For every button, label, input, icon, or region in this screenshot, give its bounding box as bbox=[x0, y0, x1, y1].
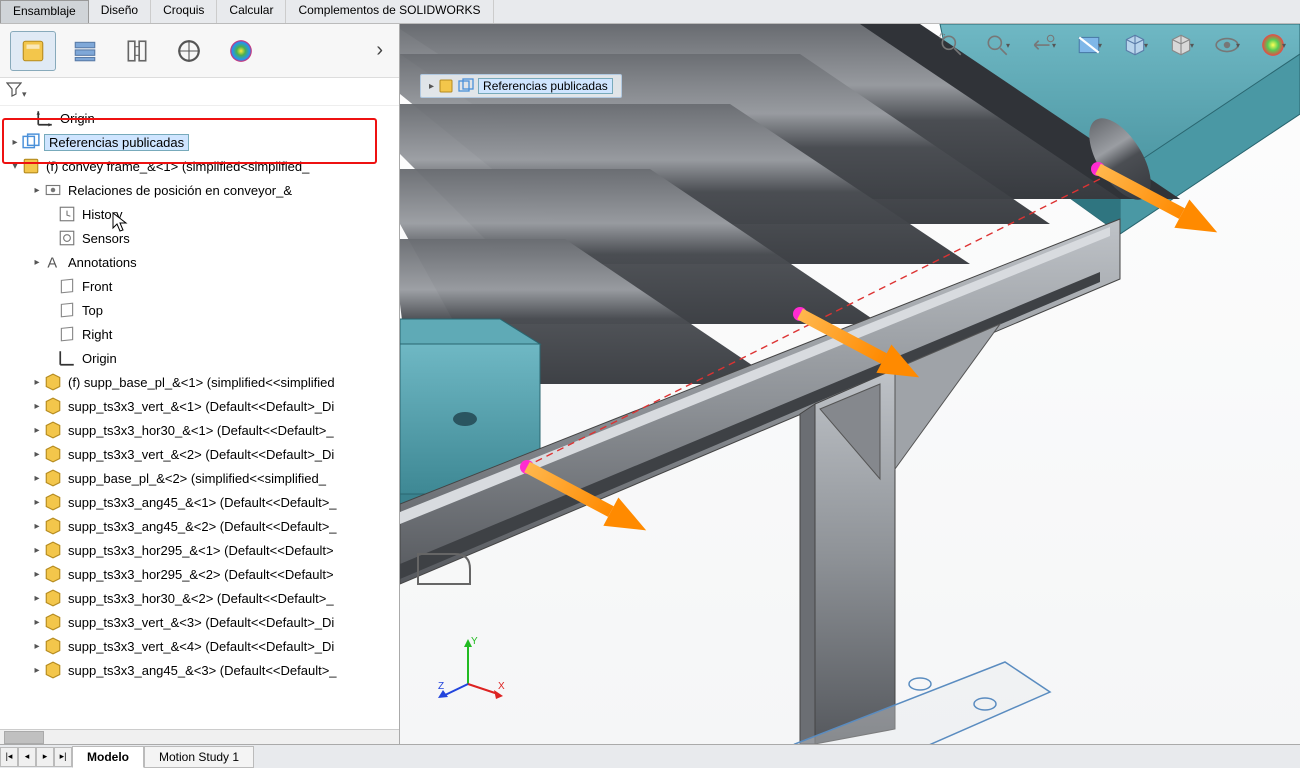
property-manager-tab-icon[interactable] bbox=[114, 31, 160, 71]
part-icon bbox=[44, 421, 62, 439]
part-icon bbox=[44, 397, 62, 415]
tree-origin[interactable]: Origin bbox=[0, 346, 399, 370]
tree-top-plane[interactable]: Top bbox=[0, 298, 399, 322]
origin-icon bbox=[58, 349, 76, 367]
tree-part[interactable]: ▸supp_ts3x3_ang45_&<1> (Default<<Default… bbox=[0, 490, 399, 514]
tree-hscroll[interactable] bbox=[0, 729, 399, 744]
svg-text:A: A bbox=[47, 256, 57, 271]
tree-right-plane[interactable]: Right bbox=[0, 322, 399, 346]
tree-conveyor-frame[interactable]: ▾ (f) convey frame_&<1> (simplified<simp… bbox=[0, 154, 399, 178]
sensors-icon bbox=[58, 229, 76, 247]
tree-part[interactable]: ▸supp_ts3x3_hor30_&<1> (Default<<Default… bbox=[0, 418, 399, 442]
tab-calcular[interactable]: Calcular bbox=[217, 0, 286, 23]
part-icon bbox=[44, 445, 62, 463]
nav-prev-icon[interactable]: ◂ bbox=[18, 747, 36, 767]
tree-front-plane[interactable]: Front bbox=[0, 274, 399, 298]
panel-overflow-icon[interactable]: › bbox=[370, 39, 389, 62]
published-refs-icon bbox=[22, 133, 40, 151]
plane-icon bbox=[58, 325, 76, 343]
appearances-tab-icon[interactable] bbox=[218, 31, 264, 71]
display-style-icon[interactable] bbox=[1164, 28, 1198, 62]
3d-viewport[interactable]: ▸ Referencias publicadas bbox=[400, 24, 1300, 744]
tree-annotations[interactable]: ▸ A Annotations bbox=[0, 250, 399, 274]
tree-part[interactable]: ▸supp_ts3x3_ang45_&<2> (Default<<Default… bbox=[0, 514, 399, 538]
assembly-icon bbox=[22, 157, 40, 175]
mates-icon bbox=[44, 181, 62, 199]
tree-origin-root[interactable]: Origin bbox=[0, 106, 399, 130]
origin-icon bbox=[36, 109, 54, 127]
configuration-manager-tab-icon[interactable] bbox=[62, 31, 108, 71]
nav-next-icon[interactable]: ▸ bbox=[36, 747, 54, 767]
history-icon bbox=[58, 205, 76, 223]
tab-ensamblaje[interactable]: Ensamblaje bbox=[0, 0, 89, 23]
orientation-triad[interactable]: Y X Z bbox=[438, 634, 508, 704]
tree-part[interactable]: ▸supp_ts3x3_ang45_&<3> (Default<<Default… bbox=[0, 658, 399, 682]
tab-complementos[interactable]: Complementos de SOLIDWORKS bbox=[286, 0, 493, 23]
tree-part[interactable]: ▸supp_ts3x3_hor295_&<2> (Default<<Defaul… bbox=[0, 562, 399, 586]
feature-manager-tab-icon[interactable] bbox=[10, 31, 56, 71]
section-view-icon[interactable] bbox=[1072, 28, 1106, 62]
tab-croquis[interactable]: Croquis bbox=[151, 0, 217, 23]
svg-text:Y: Y bbox=[471, 636, 478, 647]
part-icon bbox=[44, 565, 62, 583]
panel-tab-toolbar: › bbox=[0, 24, 399, 78]
part-icon bbox=[44, 637, 62, 655]
part-icon bbox=[44, 517, 62, 535]
part-icon bbox=[44, 589, 62, 607]
hide-show-icon[interactable] bbox=[1210, 28, 1244, 62]
zoom-fit-icon[interactable] bbox=[934, 28, 968, 62]
tree-part[interactable]: ▸supp_ts3x3_vert_&<2> (Default<<Default>… bbox=[0, 442, 399, 466]
tree-history[interactable]: History bbox=[0, 202, 399, 226]
flyout-tree[interactable]: ▸ Referencias publicadas bbox=[420, 74, 622, 98]
command-tabs: Ensamblaje Diseño Croquis Calcular Compl… bbox=[0, 0, 1300, 24]
tree-part[interactable]: ▸supp_base_pl_&<2> (simplified<<simplifi… bbox=[0, 466, 399, 490]
tab-diseno[interactable]: Diseño bbox=[89, 0, 151, 23]
svg-text:X: X bbox=[498, 681, 505, 692]
part-icon bbox=[44, 661, 62, 679]
tree-part[interactable]: ▸supp_ts3x3_vert_&<4> (Default<<Default>… bbox=[0, 634, 399, 658]
tree-part[interactable]: ▸supp_ts3x3_hor295_&<1> (Default<<Defaul… bbox=[0, 538, 399, 562]
nav-last-icon[interactable]: ▸| bbox=[54, 747, 72, 767]
tree-part[interactable]: ▸supp_ts3x3_hor30_&<2> (Default<<Default… bbox=[0, 586, 399, 610]
plane-icon bbox=[58, 301, 76, 319]
tree-part[interactable]: ▸supp_ts3x3_vert_&<1> (Default<<Default>… bbox=[0, 394, 399, 418]
part-icon bbox=[44, 469, 62, 487]
published-refs-icon bbox=[458, 78, 474, 94]
nav-first-icon[interactable]: |◂ bbox=[0, 747, 18, 767]
tree-part[interactable]: ▸(f) supp_base_pl_&<1> (simplified<<simp… bbox=[0, 370, 399, 394]
view-toolbar bbox=[934, 28, 1290, 62]
filter-icon bbox=[6, 81, 22, 97]
plane-icon bbox=[58, 277, 76, 295]
bottom-tab-modelo[interactable]: Modelo bbox=[72, 746, 144, 768]
zoom-area-icon[interactable] bbox=[980, 28, 1014, 62]
tree-sensors[interactable]: Sensors bbox=[0, 226, 399, 250]
bottom-tab-motion-study[interactable]: Motion Study 1 bbox=[144, 746, 254, 768]
assembly-icon bbox=[438, 78, 454, 94]
feature-manager-panel: › ▾ Origin ▸ Referencias publicadas ▾ (f… bbox=[0, 24, 400, 744]
view-orientation-icon[interactable] bbox=[1118, 28, 1152, 62]
dimxpert-tab-icon[interactable] bbox=[166, 31, 212, 71]
tree-relations[interactable]: ▸ Relaciones de posición en conveyor_& bbox=[0, 178, 399, 202]
filter-row[interactable]: ▾ bbox=[0, 78, 399, 106]
appearance-scene-icon[interactable] bbox=[1256, 28, 1290, 62]
feature-tree[interactable]: Origin ▸ Referencias publicadas ▾ (f) co… bbox=[0, 106, 399, 729]
part-icon bbox=[44, 541, 62, 559]
model-render bbox=[400, 24, 1300, 744]
bottom-tab-bar: |◂ ◂ ▸ ▸| Modelo Motion Study 1 bbox=[0, 744, 1300, 768]
part-icon bbox=[44, 493, 62, 511]
tree-part[interactable]: ▸supp_ts3x3_vert_&<3> (Default<<Default>… bbox=[0, 610, 399, 634]
part-icon bbox=[44, 613, 62, 631]
annotations-icon: A bbox=[44, 253, 62, 271]
prev-view-icon[interactable] bbox=[1026, 28, 1060, 62]
svg-text:Z: Z bbox=[438, 681, 444, 692]
part-icon bbox=[44, 373, 62, 391]
tree-published-references[interactable]: ▸ Referencias publicadas bbox=[0, 130, 399, 154]
